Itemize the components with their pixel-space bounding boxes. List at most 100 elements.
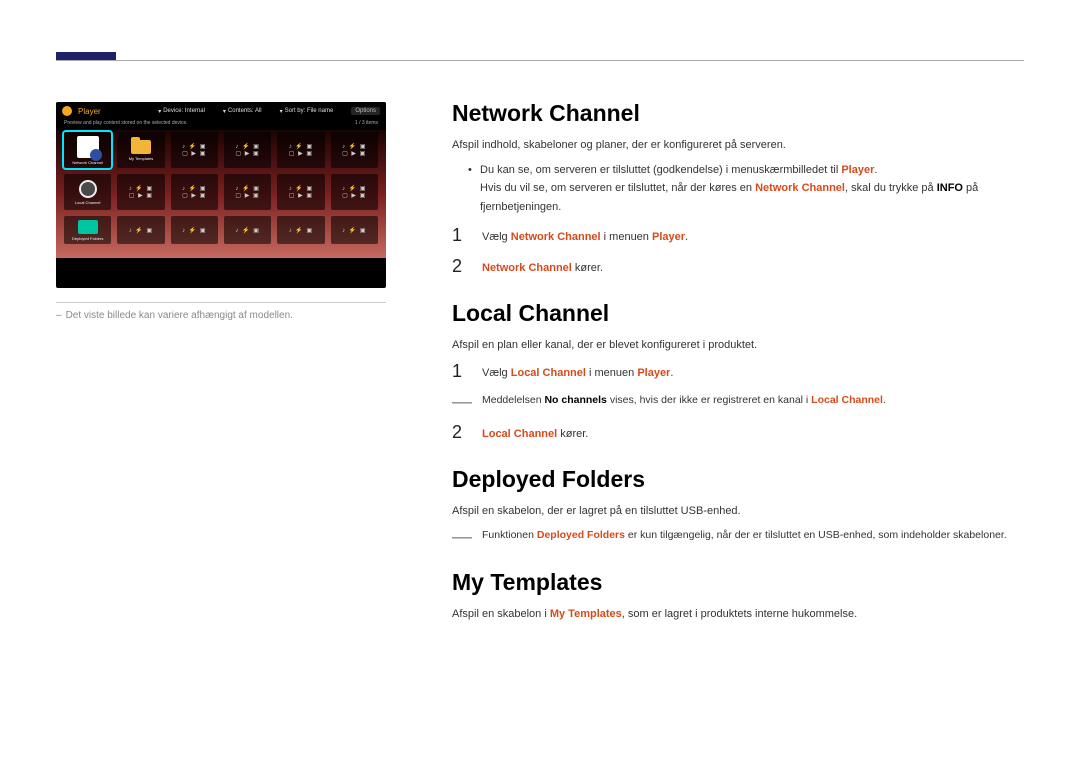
- text: Funktionen: [482, 529, 537, 541]
- heading-network-channel: Network Channel: [452, 100, 1032, 127]
- local-step-2: 2 Local Channel kører.: [452, 422, 1032, 444]
- text: .: [874, 164, 877, 176]
- media-icons: ♪ ⚡ ▣: [182, 227, 206, 234]
- text: Vælg: [482, 231, 511, 243]
- player-logo-icon: [62, 106, 72, 116]
- deployed-desc: Afspil en skabelon, der er lagret på en …: [452, 503, 1032, 521]
- step-text: Local Channel kører.: [482, 422, 588, 444]
- section-local-channel: Local Channel Afspil en plan eller kanal…: [452, 300, 1032, 444]
- tile-label: Local Channel: [75, 200, 101, 205]
- section-deployed-folders: Deployed Folders Afspil en skabelon, der…: [452, 466, 1032, 547]
- tile-generic[interactable]: ♪ ⚡ ▣▢ ▶ ▣: [277, 174, 324, 210]
- sort-dropdown[interactable]: ▾ Sort by: File name: [280, 107, 334, 115]
- contents-dropdown[interactable]: ▾ Contents: All: [223, 107, 262, 115]
- media-icons: ♪ ⚡ ▣▢ ▶ ▣: [182, 185, 206, 199]
- tile-generic[interactable]: ♪ ⚡ ▣▢ ▶ ▣: [224, 174, 271, 210]
- tile-local-channel[interactable]: Local Channel: [64, 174, 111, 210]
- ss-dropdown-group: ▾ Device: Internal ▾ Contents: All ▾ Sor…: [158, 107, 380, 115]
- clock-icon: [79, 180, 97, 198]
- accent: Local Channel: [511, 367, 586, 379]
- ss-body: Network Channel My Templates ♪ ⚡ ▣▢ ▶ ▣ …: [56, 130, 386, 258]
- tile-generic[interactable]: ♪ ⚡ ▣▢ ▶ ▣: [224, 132, 271, 168]
- step-text: Vælg Local Channel i menuen Player.: [482, 361, 673, 383]
- local-steps: 1 Vælg Local Channel i menuen Player. ― …: [452, 361, 1032, 444]
- bold-info: INFO: [937, 182, 963, 194]
- accent: Network Channel: [482, 262, 572, 274]
- accent: Player: [637, 367, 670, 379]
- section-my-templates: My Templates Afspil en skabelon i My Tem…: [452, 569, 1032, 624]
- heading-my-templates: My Templates: [452, 569, 1032, 596]
- accent: Local Channel: [811, 394, 883, 406]
- accent-network-channel: Network Channel: [755, 182, 845, 194]
- text: Meddelelsen: [482, 394, 544, 406]
- text: Afspil en skabelon i: [452, 608, 550, 620]
- tile-generic[interactable]: ♪ ⚡ ▣▢ ▶ ▣: [331, 132, 378, 168]
- accent: Network Channel: [511, 231, 601, 243]
- tile-generic[interactable]: ♪ ⚡ ▣: [117, 216, 164, 244]
- text: .: [670, 367, 673, 379]
- media-icons: ♪ ⚡ ▣▢ ▶ ▣: [235, 185, 259, 199]
- bold: No channels: [544, 394, 606, 406]
- tile-generic[interactable]: ♪ ⚡ ▣▢ ▶ ▣: [171, 132, 218, 168]
- accent-player: Player: [841, 164, 874, 176]
- network-icon: [77, 136, 99, 158]
- tile-generic[interactable]: ♪ ⚡ ▣: [277, 216, 324, 244]
- text: vises, hvis der ikke er registreret en k…: [607, 394, 811, 406]
- media-icons: ♪ ⚡ ▣: [235, 227, 259, 234]
- media-icons: ♪ ⚡ ▣▢ ▶ ▣: [129, 185, 153, 199]
- text: Hvis du vil se, om serveren er tilslutte…: [480, 182, 755, 194]
- text: i menuen: [601, 231, 652, 243]
- ss-subheader: Preview and play content stored on the s…: [56, 118, 386, 130]
- local-subnote: ― Meddelelsen No channels vises, hvis de…: [452, 392, 1032, 412]
- accent: My Templates: [550, 608, 622, 620]
- text: .: [685, 231, 688, 243]
- device-dropdown[interactable]: ▾ Device: Internal: [158, 107, 205, 115]
- deployed-subnote: ― Funktionen Deployed Folders er kun til…: [452, 527, 1032, 547]
- folder-icon: [131, 140, 151, 154]
- text: .: [883, 394, 886, 406]
- tile-network-channel[interactable]: Network Channel: [64, 132, 111, 168]
- text: Du kan se, om serveren er tilsluttet (go…: [480, 164, 841, 176]
- text: i menuen: [586, 367, 637, 379]
- tile-generic[interactable]: ♪ ⚡ ▣▢ ▶ ▣: [117, 174, 164, 210]
- media-icons: ♪ ⚡ ▣▢ ▶ ▣: [235, 143, 259, 157]
- text: , som er lagret i produktets interne huk…: [622, 608, 857, 620]
- media-icons: ♪ ⚡ ▣▢ ▶ ▣: [342, 143, 366, 157]
- tile-label: Deployed Folders: [72, 236, 103, 241]
- options-button[interactable]: Options: [351, 107, 380, 115]
- step-number: 2: [452, 256, 466, 277]
- media-icons: ♪ ⚡ ▣: [342, 227, 366, 234]
- ss-sub-left: Preview and play content stored on the s…: [64, 120, 188, 126]
- tile-generic[interactable]: ♪ ⚡ ▣: [331, 216, 378, 244]
- text: kører.: [572, 262, 603, 274]
- network-desc: Afspil indhold, skabeloner og planer, de…: [452, 137, 1032, 155]
- tile-label: My Templates: [129, 156, 154, 161]
- tile-my-templates[interactable]: My Templates: [117, 132, 164, 168]
- step-text: Vælg Network Channel i menuen Player.: [482, 225, 688, 247]
- tile-generic[interactable]: ♪ ⚡ ▣▢ ▶ ▣: [277, 132, 324, 168]
- player-screenshot: Player ▾ Device: Internal ▾ Contents: Al…: [56, 102, 386, 288]
- network-bullet-1: Du kan se, om serveren er tilsluttet (go…: [452, 161, 1032, 217]
- tile-generic[interactable]: ♪ ⚡ ▣▢ ▶ ▣: [331, 174, 378, 210]
- heading-deployed-folders: Deployed Folders: [452, 466, 1032, 493]
- tile-deployed-folders[interactable]: Deployed Folders: [64, 216, 111, 244]
- text: Vælg: [482, 367, 511, 379]
- tile-generic[interactable]: ♪ ⚡ ▣: [171, 216, 218, 244]
- media-icons: ♪ ⚡ ▣: [289, 227, 313, 234]
- device-label: Device: Internal: [163, 108, 205, 114]
- subnote-text: Meddelelsen No channels vises, hvis der …: [482, 392, 886, 410]
- subnote-text: Funktionen Deployed Folders er kun tilgæ…: [482, 527, 1007, 545]
- network-steps: 1 Vælg Network Channel i menuen Player. …: [452, 225, 1032, 278]
- caption-text: Det viste billede kan variere afhængigt …: [66, 310, 293, 321]
- media-icons: ♪ ⚡ ▣▢ ▶ ▣: [289, 185, 313, 199]
- media-icons: ♪ ⚡ ▣▢ ▶ ▣: [289, 143, 313, 157]
- dash-icon: –: [56, 310, 62, 321]
- accent: Deployed Folders: [537, 529, 625, 541]
- main-content: Network Channel Afspil indhold, skabelon…: [452, 100, 1032, 645]
- tile-generic[interactable]: ♪ ⚡ ▣: [224, 216, 271, 244]
- ss-header-bar: Player ▾ Device: Internal ▾ Contents: Al…: [56, 102, 386, 118]
- heading-local-channel: Local Channel: [452, 300, 1032, 327]
- sort-label: Sort by: File name: [285, 108, 334, 114]
- tile-generic[interactable]: ♪ ⚡ ▣▢ ▶ ▣: [171, 174, 218, 210]
- text: kører.: [557, 428, 588, 440]
